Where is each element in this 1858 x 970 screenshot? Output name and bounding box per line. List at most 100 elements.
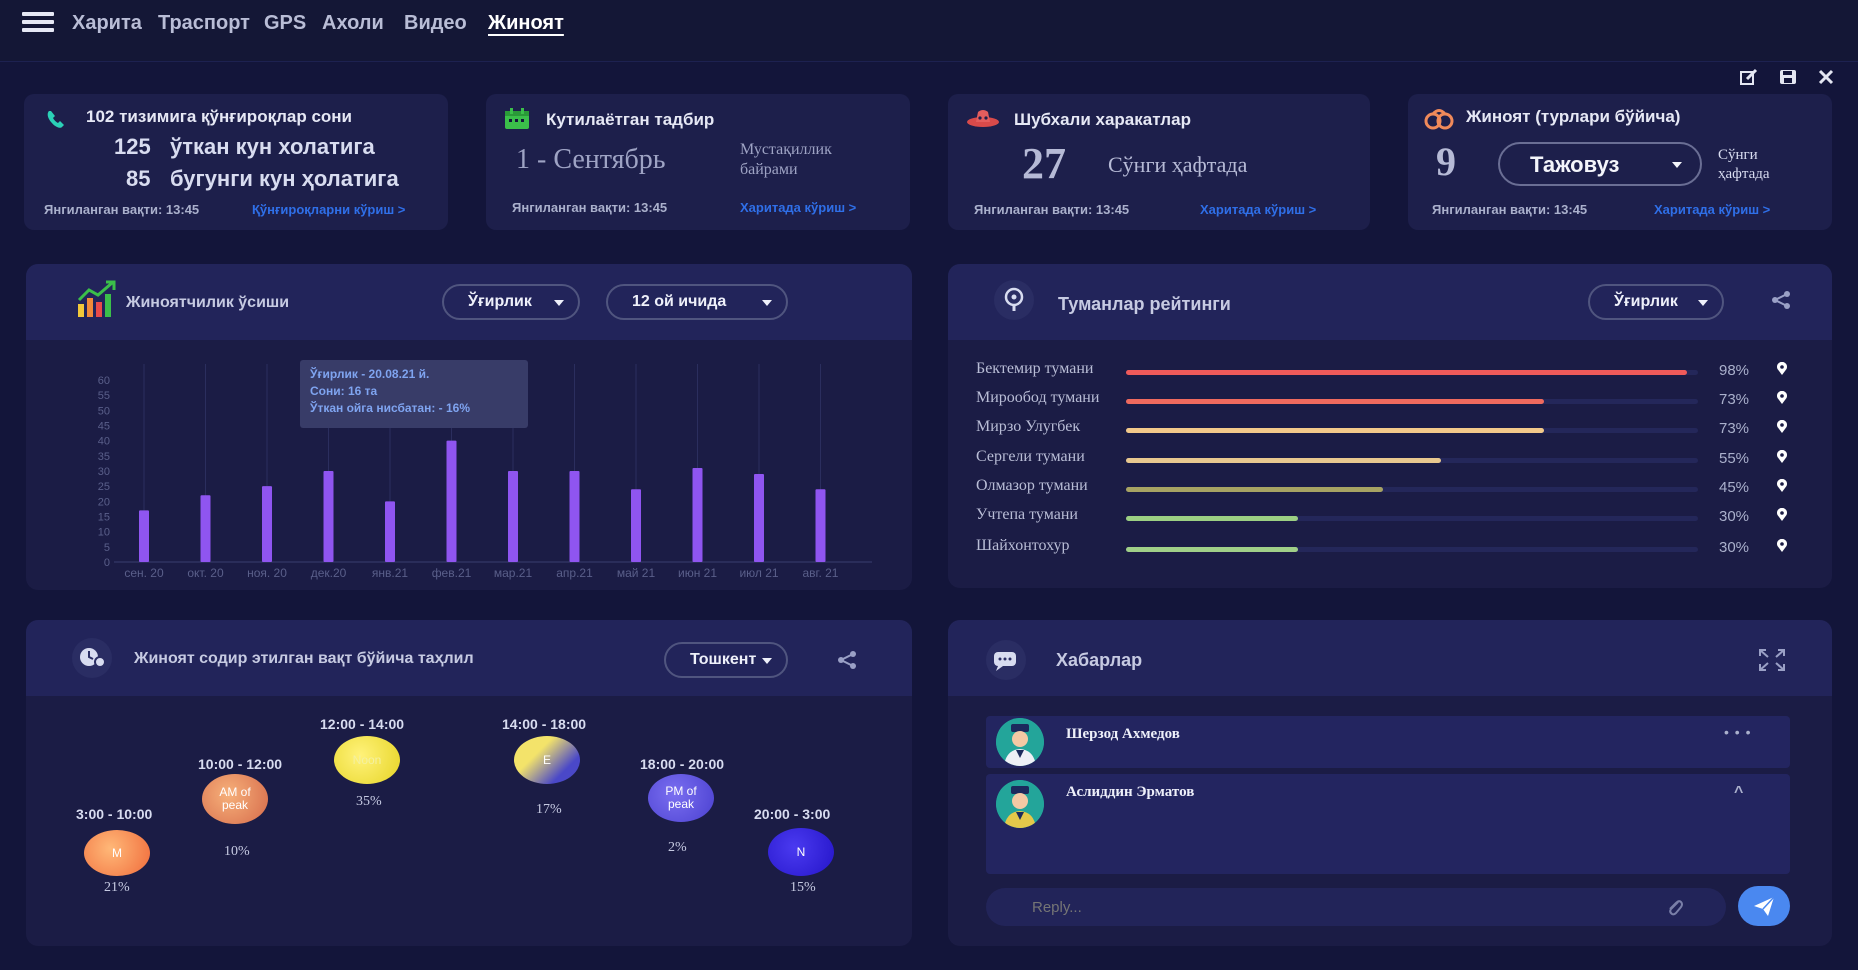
x-tick-label: июн 21: [678, 566, 717, 580]
location-pin-icon[interactable]: [1776, 419, 1788, 434]
location-pin-icon[interactable]: [1776, 390, 1788, 405]
y-tick-label: 45: [98, 421, 110, 433]
chart-bar: [508, 471, 518, 562]
y-tick-label: 10: [98, 527, 110, 539]
time-slot-bubble: PM of peak: [648, 774, 714, 822]
crime-type-count: 9: [1436, 139, 1456, 184]
collapse-toggle-icon[interactable]: ^: [1734, 784, 1743, 802]
growth-crime-filter[interactable]: Ўғирлик: [442, 284, 580, 320]
calls-title: 102 тизимига қўнғироқлар сони: [86, 107, 353, 126]
time-slot-range: 10:00 - 12:00: [198, 756, 283, 772]
share-icon[interactable]: [1770, 290, 1792, 315]
time-slot-bubble: AM of peak: [202, 774, 268, 824]
send-icon: [1754, 896, 1775, 916]
avatar: [996, 780, 1044, 828]
nav-item-crime[interactable]: Жиноят: [488, 12, 564, 35]
city-filter[interactable]: Тошкент: [664, 642, 788, 678]
district-percent: 55%: [1719, 450, 1750, 467]
district-ranking-title: Туманлар рейтинги: [1058, 294, 1231, 314]
district-progress-fill: [1126, 547, 1298, 552]
district-ranking-row[interactable]: Шайхонтохур 30%: [976, 537, 1787, 563]
y-tick-label: 50: [98, 405, 110, 417]
nav-item-transport[interactable]: Траспорт: [158, 12, 250, 35]
crime-growth-panel: Жиноятчилик ўсиши Ўғирлик 12 ой ичида 0 5…: [26, 264, 912, 590]
district-ranking-row[interactable]: Сергели тумани 55%: [976, 448, 1787, 474]
district-progress-fill: [1126, 487, 1384, 492]
y-tick-label: 15: [98, 512, 110, 524]
upcoming-event-card: Кутилаётган тадбир 1 - Сентябрь Мустақил…: [486, 94, 910, 230]
share-icon[interactable]: [836, 650, 858, 675]
chart-bar: [631, 489, 641, 562]
suspicious-title: Шубхали харакатлар: [1014, 110, 1191, 129]
y-tick-label: 40: [98, 436, 110, 448]
district-progress-fill: [1126, 516, 1298, 521]
ranking-crime-filter[interactable]: Ўғирлик: [1588, 284, 1724, 320]
chart-bar: [385, 501, 395, 562]
close-icon[interactable]: [1816, 68, 1836, 88]
district-name: Бектемир тумани: [976, 360, 1094, 377]
district-ranking-row[interactable]: Бектемир тумани 98%: [976, 360, 1787, 386]
time-slot-bubble-label: N: [796, 844, 806, 859]
save-icon[interactable]: [1778, 68, 1798, 88]
reply-input[interactable]: [1032, 894, 1632, 920]
ranking-icon: [994, 280, 1034, 320]
message-item[interactable]: Шерзод Ахмедов • • •: [986, 716, 1790, 768]
district-progress-fill: [1126, 399, 1544, 404]
chevron-down-icon: [554, 300, 564, 306]
message-item[interactable]: Аслиддин Эрматов ^: [986, 774, 1790, 874]
crime-type-select-value: Тажовуз: [1530, 152, 1620, 177]
view-calls-link[interactable]: Қўнғироқларни кўриш >: [252, 202, 405, 217]
district-progress-track: [1126, 370, 1698, 375]
district-ranking-row[interactable]: Олмазор тумани 45%: [976, 477, 1787, 503]
time-slot-range: 14:00 - 18:00: [502, 716, 587, 732]
hamburger-menu-icon[interactable]: [22, 12, 54, 36]
attachment-icon[interactable]: [1666, 898, 1684, 923]
time-slot-range: 3:00 - 10:00: [76, 806, 153, 822]
chart-bar: [139, 510, 149, 562]
growth-chart-icon: [76, 280, 116, 323]
chart-bar: [200, 495, 211, 562]
district-name: Сергели тумани: [976, 448, 1085, 465]
message-sender-name: Шерзод Ахмедов: [1066, 726, 1180, 742]
growth-crime-filter-value: Ўғирлик: [468, 293, 532, 310]
nav-item-map[interactable]: Харита: [72, 12, 142, 35]
time-slot-bubble-label: AM of peak: [219, 785, 251, 812]
ranking-crime-filter-value: Ўғирлик: [1614, 293, 1678, 310]
district-ranking-row[interactable]: Мирзо Улугбек 73%: [976, 418, 1787, 444]
chart-bar: [323, 471, 334, 562]
district-percent: 73%: [1719, 391, 1750, 408]
location-pin-icon[interactable]: [1776, 361, 1788, 376]
event-map-link[interactable]: Харитада кўриш >: [740, 200, 856, 215]
location-pin-icon[interactable]: [1776, 538, 1788, 553]
edit-icon[interactable]: [1739, 68, 1759, 88]
dashboard-toolbar: [1725, 68, 1836, 91]
suspicious-map-link[interactable]: Харитада кўриш >: [1200, 202, 1316, 217]
district-ranking-row[interactable]: Учтепа тумани 30%: [976, 506, 1787, 532]
calls-today-label: бугунги кун ҳолатига: [170, 166, 399, 191]
district-name: Мирообод тумани: [976, 389, 1100, 406]
nav-item-video[interactable]: Видео: [404, 12, 467, 35]
time-slot-bubble-label: M: [112, 845, 122, 860]
growth-period-filter[interactable]: 12 ой ичида: [606, 284, 788, 320]
time-analysis-icon: [72, 638, 112, 678]
location-pin-icon[interactable]: [1776, 507, 1788, 522]
crime-type-map-link[interactable]: Харитада кўриш >: [1654, 202, 1770, 217]
y-tick-label: 25: [98, 481, 110, 493]
nav-item-gps[interactable]: GPS: [264, 12, 306, 35]
send-button[interactable]: [1738, 886, 1790, 926]
y-tick-label: 30: [98, 466, 110, 478]
time-analysis-panel: Жиноят содир этилган вақт бўйича таҳлил …: [26, 620, 912, 946]
chart-bar: [569, 471, 580, 562]
location-pin-icon[interactable]: [1776, 449, 1788, 464]
location-pin-icon[interactable]: [1776, 478, 1788, 493]
chevron-down-icon: [1672, 162, 1682, 168]
district-progress-track: [1126, 487, 1698, 492]
expand-icon[interactable]: [1758, 648, 1786, 677]
more-options-icon[interactable]: • • •: [1724, 724, 1751, 740]
y-tick-label: 0: [104, 557, 110, 569]
crime-type-select[interactable]: Тажовуз: [1498, 142, 1702, 186]
district-ranking-row[interactable]: Мирообод тумани 73%: [976, 389, 1787, 415]
y-tick-label: 5: [104, 542, 110, 554]
nav-item-population[interactable]: Ахоли: [322, 12, 384, 35]
chevron-down-icon: [762, 658, 772, 664]
